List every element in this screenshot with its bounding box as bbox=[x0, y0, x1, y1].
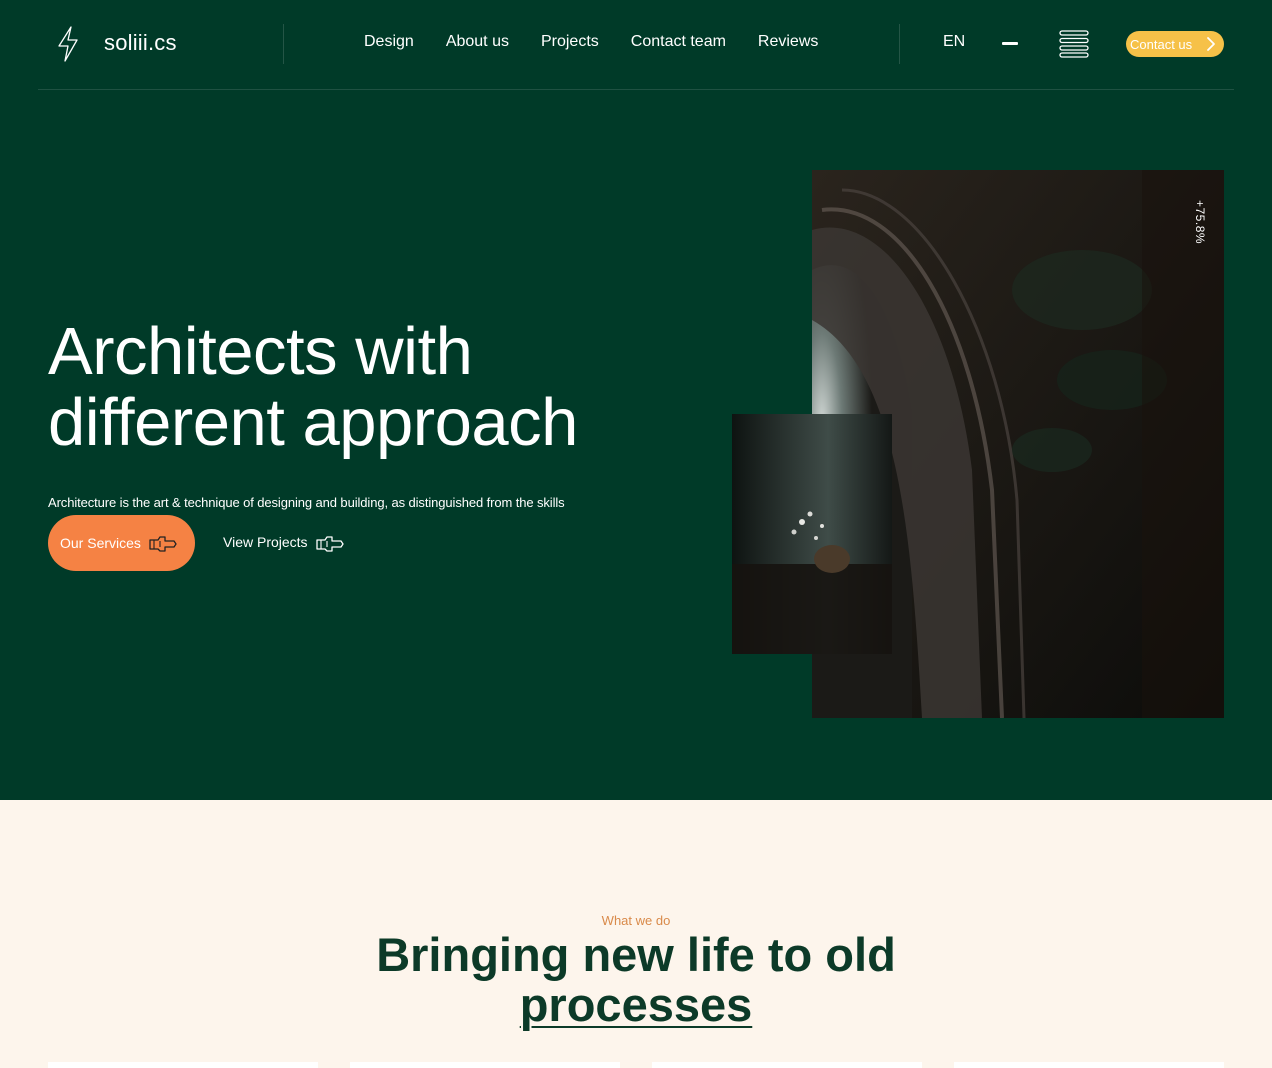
contact-us-label: Contact us bbox=[1130, 36, 1193, 52]
nav-link-projects[interactable]: Projects bbox=[541, 33, 599, 51]
hero-headline-line1: Architects with bbox=[48, 314, 473, 389]
hero-headline: Architects with different approach bbox=[48, 316, 578, 458]
hero-bottom-curve bbox=[0, 770, 1272, 798]
our-services-button[interactable]: Our Services bbox=[48, 515, 195, 571]
pointing-hand-icon[interactable] bbox=[315, 532, 345, 554]
image-badge: +75.8% bbox=[1193, 200, 1207, 245]
nav-link-design[interactable]: Design bbox=[364, 33, 414, 51]
service-card bbox=[954, 1062, 1224, 1068]
vase-illustration bbox=[732, 414, 892, 654]
section-title-line1: Bringing new life to old bbox=[376, 928, 896, 981]
nav-link-about-us[interactable]: About us bbox=[446, 33, 509, 51]
nav-divider bbox=[283, 24, 284, 64]
lightning-icon[interactable] bbox=[54, 24, 82, 64]
pointing-hand-icon bbox=[149, 536, 177, 552]
hero-headline-line2: different approach bbox=[48, 385, 578, 460]
our-services-label: Our Services bbox=[60, 535, 141, 551]
service-card bbox=[350, 1062, 620, 1068]
service-card bbox=[48, 1062, 318, 1068]
chevron-right-icon bbox=[1207, 37, 1215, 51]
view-projects-button[interactable]: View Projects bbox=[223, 534, 308, 550]
nav-underline bbox=[38, 89, 1234, 90]
hero-image-vase bbox=[732, 414, 892, 654]
brand-name[interactable]: soliii.cs bbox=[104, 30, 177, 56]
nav-links: Design About us Projects Contact team Re… bbox=[364, 33, 850, 51]
hero-subtext: Architecture is the art & technique of d… bbox=[48, 495, 565, 510]
nav-link-reviews[interactable]: Reviews bbox=[758, 33, 818, 51]
language-selector[interactable]: EN bbox=[943, 33, 965, 51]
section-title: Bringing new life to old processes bbox=[0, 930, 1272, 1030]
section-eyebrow: What we do bbox=[601, 913, 671, 928]
menu-icon[interactable] bbox=[1059, 30, 1089, 58]
section-title-line2: processes bbox=[519, 978, 753, 1031]
service-card bbox=[652, 1062, 922, 1068]
contact-us-button[interactable]: Contact us bbox=[1126, 31, 1224, 57]
nav-divider bbox=[899, 24, 900, 64]
nav-link-contact-team[interactable]: Contact team bbox=[631, 33, 726, 51]
minus-icon[interactable] bbox=[1002, 42, 1018, 45]
